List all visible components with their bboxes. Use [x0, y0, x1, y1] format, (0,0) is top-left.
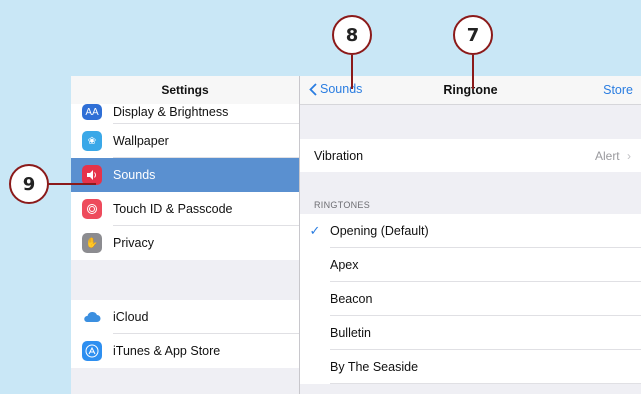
sidebar-item-display-brightness[interactable]: AA Display & Brightness: [71, 104, 299, 124]
chevron-right-icon: ›: [627, 148, 631, 163]
settings-group-1: AA Display & Brightness ❀ Wallpaper Soun…: [71, 104, 299, 260]
callout-7: 7: [453, 15, 493, 55]
vibration-value: Alert ›: [595, 149, 631, 163]
privacy-hand-icon: ✋: [82, 233, 102, 253]
sounds-icon: [82, 165, 102, 185]
sidebar-item-sounds[interactable]: Sounds: [71, 158, 299, 192]
touch-id-icon: [82, 199, 102, 219]
callout-9: 9: [9, 164, 49, 204]
sidebar-item-label: Privacy: [113, 236, 154, 250]
sidebar-item-label: Wallpaper: [113, 134, 169, 148]
settings-title: Settings: [71, 76, 299, 104]
wallpaper-icon: ❀: [82, 131, 102, 151]
callout-line-7: [472, 55, 474, 89]
settings-group-2: iCloud iTunes & App Store: [71, 300, 299, 368]
sidebar-item-label: Touch ID & Passcode: [113, 202, 233, 216]
ringtone-label: Bulletin: [330, 326, 371, 340]
ringtone-item-bulletin[interactable]: Bulletin: [300, 316, 641, 350]
sidebar-item-icloud[interactable]: iCloud: [71, 300, 299, 334]
vibration-row[interactable]: Vibration Alert ›: [300, 139, 641, 172]
sidebar-item-label: iCloud: [113, 310, 149, 324]
sidebar-item-label: iTunes & App Store: [113, 344, 221, 358]
ringtone-item-opening[interactable]: ✓ Opening (Default): [300, 214, 641, 248]
icloud-icon: [82, 307, 102, 327]
sidebar-item-touch-id[interactable]: Touch ID & Passcode: [71, 192, 299, 226]
sidebar-item-label: Display & Brightness: [113, 105, 229, 119]
ringtone-pane: Sounds Ringtone Store Vibration Alert › …: [300, 76, 641, 394]
callout-line-9: [46, 183, 96, 185]
callout-8: 8: [332, 15, 372, 55]
display-brightness-icon: AA: [82, 104, 102, 120]
ringtone-label: Opening (Default): [330, 224, 429, 238]
settings-sidebar: Settings AA Display & Brightness ❀ Wallp…: [71, 76, 300, 394]
vibration-value-text: Alert: [594, 148, 620, 163]
ringtone-item-apex[interactable]: Apex: [300, 248, 641, 282]
ringtone-label: Beacon: [330, 292, 373, 306]
checkmark-icon: ✓: [309, 223, 321, 238]
ringtone-label: Apex: [330, 258, 359, 272]
ringtone-item-beacon[interactable]: Beacon: [300, 282, 641, 316]
sidebar-item-privacy[interactable]: ✋ Privacy: [71, 226, 299, 260]
vibration-label: Vibration: [314, 148, 364, 163]
ringtones-section-header: RINGTONES: [314, 200, 371, 210]
ringtone-label: By The Seaside: [330, 360, 419, 374]
ringtone-list: ✓ Opening (Default) Apex Beacon Bulletin…: [300, 214, 641, 384]
ringtone-item-by-the-seaside[interactable]: By The Seaside: [300, 350, 641, 384]
sidebar-item-wallpaper[interactable]: ❀ Wallpaper: [71, 124, 299, 158]
callout-line-8: [351, 55, 353, 89]
app-store-icon: [82, 341, 102, 361]
sidebar-item-label: Sounds: [113, 168, 156, 182]
sidebar-item-itunes-app-store[interactable]: iTunes & App Store: [71, 334, 299, 368]
ipad-screen: Settings AA Display & Brightness ❀ Wallp…: [71, 76, 641, 394]
store-button[interactable]: Store: [603, 83, 633, 97]
